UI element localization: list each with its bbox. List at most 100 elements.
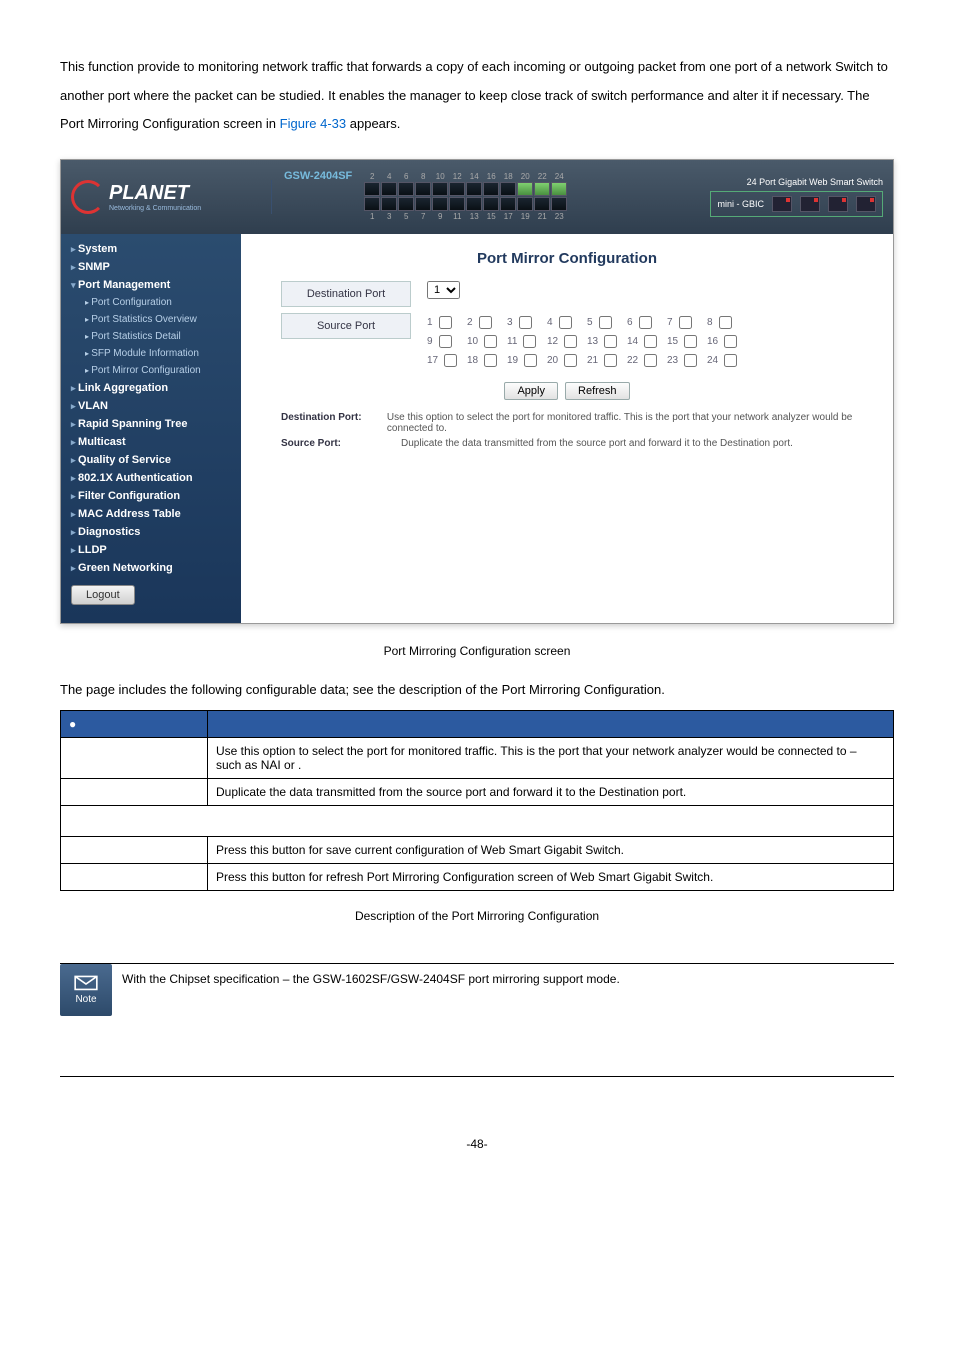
port-jack-icon [381, 182, 397, 196]
apply-button[interactable]: Apply [504, 382, 558, 400]
source-port-checkbox[interactable]: 21 [587, 351, 627, 370]
port-number: 5 [398, 212, 414, 221]
sidebar-item-diagnostics[interactable]: Diagnostics [61, 523, 241, 541]
port-number: 12 [449, 172, 465, 181]
source-port-checkbox[interactable]: 10 [467, 332, 507, 351]
source-port-checkbox[interactable]: 3 [507, 313, 547, 332]
table-row: Use this option to select the port for m… [61, 737, 894, 778]
port-number: 2 [364, 172, 380, 181]
screenshot-main: Port Mirror Configuration Destination Po… [241, 234, 893, 623]
table-cell-object [61, 836, 208, 863]
brand-tagline: Networking & Communication [109, 205, 201, 212]
source-port-label: Source Port [281, 313, 411, 339]
source-port-checkbox[interactable]: 20 [547, 351, 587, 370]
port-number: 11 [449, 212, 465, 221]
gbic-label: mini - GBIC [717, 199, 764, 209]
desc-dest-text: Use this option to select the port for m… [387, 412, 853, 434]
logout-button[interactable]: Logout [71, 585, 135, 605]
source-port-checkbox[interactable]: 16 [707, 332, 747, 351]
source-port-checkbox[interactable]: 23 [667, 351, 707, 370]
table-head-desc [208, 710, 894, 737]
sidebar-item-port-configuration[interactable]: Port Configuration [61, 294, 241, 311]
sidebar-item-filter[interactable]: Filter Configuration [61, 487, 241, 505]
gbic-slot-icon [856, 196, 876, 212]
sidebar-item-system[interactable]: System [61, 240, 241, 258]
port-number: 18 [500, 172, 516, 181]
table-cell-object [61, 863, 208, 890]
sidebar-item-port-management[interactable]: Port Management [61, 276, 241, 294]
destination-port-select[interactable]: 1 [427, 281, 460, 299]
source-port-checkbox[interactable]: 24 [707, 351, 747, 370]
desc-src-text: Duplicate the data transmitted from the … [401, 438, 793, 449]
sidebar-item-qos[interactable]: Quality of Service [61, 451, 241, 469]
source-port-checkbox[interactable]: 14 [627, 332, 667, 351]
port-jack-icon [432, 197, 448, 211]
sidebar-item-sfp-module[interactable]: SFP Module Information [61, 345, 241, 362]
port-jack-icon [483, 182, 499, 196]
port-number: 9 [432, 212, 448, 221]
figure-reference-link[interactable]: Figure 4-33 [280, 116, 346, 131]
brand-name: PLANET [109, 182, 201, 205]
port-number: 15 [483, 212, 499, 221]
gbic-slot-icon [828, 196, 848, 212]
source-port-checkbox[interactable]: 22 [627, 351, 667, 370]
source-port-checkbox[interactable]: 5 [587, 313, 627, 332]
source-port-checkbox[interactable]: 18 [467, 351, 507, 370]
port-number: 1 [364, 212, 380, 221]
port-jack-icon [500, 182, 516, 196]
product-title: 24 Port Gigabit Web Smart Switch [710, 177, 883, 187]
source-port-checkbox[interactable]: 7 [667, 313, 707, 332]
desc-src-label: Source Port: [281, 438, 401, 449]
source-port-checkbox[interactable]: 19 [507, 351, 547, 370]
sidebar-item-8021x[interactable]: 802.1X Authentication [61, 469, 241, 487]
port-number: 20 [517, 172, 533, 181]
source-port-checkbox[interactable]: 13 [587, 332, 627, 351]
refresh-button[interactable]: Refresh [565, 382, 630, 400]
port-jack-icon [483, 197, 499, 211]
sidebar-item-port-mirror[interactable]: Port Mirror Configuration [61, 362, 241, 379]
port-number: 22 [534, 172, 550, 181]
source-port-checkbox[interactable]: 11 [507, 332, 547, 351]
source-port-checkbox[interactable]: 8 [707, 313, 747, 332]
port-jack-icon [466, 197, 482, 211]
table-cell-object [61, 737, 208, 778]
source-port-checkbox[interactable]: 12 [547, 332, 587, 351]
source-port-checkbox[interactable]: 1 [427, 313, 467, 332]
source-port-checkbox[interactable]: 2 [467, 313, 507, 332]
table-cell-desc: Press this button for save current confi… [208, 836, 894, 863]
config-table: ● Use this option to select the port for… [60, 710, 894, 891]
sidebar-item-link-agg[interactable]: Link Aggregation [61, 379, 241, 397]
desc-dest-label: Destination Port: [281, 412, 387, 434]
sidebar-item-vlan[interactable]: VLAN [61, 397, 241, 415]
source-port-checkbox[interactable]: 9 [427, 332, 467, 351]
source-port-checkbox[interactable]: 6 [627, 313, 667, 332]
table-intro: The page includes the following configur… [60, 682, 894, 697]
note-text: With the Chipset specification – the GSW… [122, 964, 620, 991]
sidebar-item-port-stats-detail[interactable]: Port Statistics Detail [61, 328, 241, 345]
intro-prefix: This function provide to monitoring netw… [60, 59, 888, 131]
table-caption: Description of the Port Mirroring Config… [60, 909, 894, 923]
port-number: 6 [398, 172, 414, 181]
sidebar-item-snmp[interactable]: SNMP [61, 258, 241, 276]
source-port-checkbox[interactable]: 15 [667, 332, 707, 351]
sidebar-item-mac[interactable]: MAC Address Table [61, 505, 241, 523]
port-jack-icon [551, 182, 567, 196]
source-port-checkbox[interactable]: 17 [427, 351, 467, 370]
sidebar-item-port-stats-overview[interactable]: Port Statistics Overview [61, 311, 241, 328]
source-port-checkbox[interactable]: 4 [547, 313, 587, 332]
port-jack-icon [551, 197, 567, 211]
port-number: 24 [551, 172, 567, 181]
header-right: 24 Port Gigabit Web Smart Switch mini - … [694, 177, 883, 217]
note-icon: Note [60, 964, 112, 1016]
sidebar-item-rstp[interactable]: Rapid Spanning Tree [61, 415, 241, 433]
port-jack-icon [364, 197, 380, 211]
sidebar-item-lldp[interactable]: LLDP [61, 541, 241, 559]
port-jack-icon [398, 197, 414, 211]
port-mirror-screenshot: PLANET Networking & Communication GSW-24… [60, 159, 894, 624]
table-row: Duplicate the data transmitted from the … [61, 778, 894, 805]
sidebar-item-green[interactable]: Green Networking [61, 559, 241, 577]
port-jack-icon [449, 182, 465, 196]
logo-icon [71, 180, 105, 214]
port-number: 16 [483, 172, 499, 181]
sidebar-item-multicast[interactable]: Multicast [61, 433, 241, 451]
